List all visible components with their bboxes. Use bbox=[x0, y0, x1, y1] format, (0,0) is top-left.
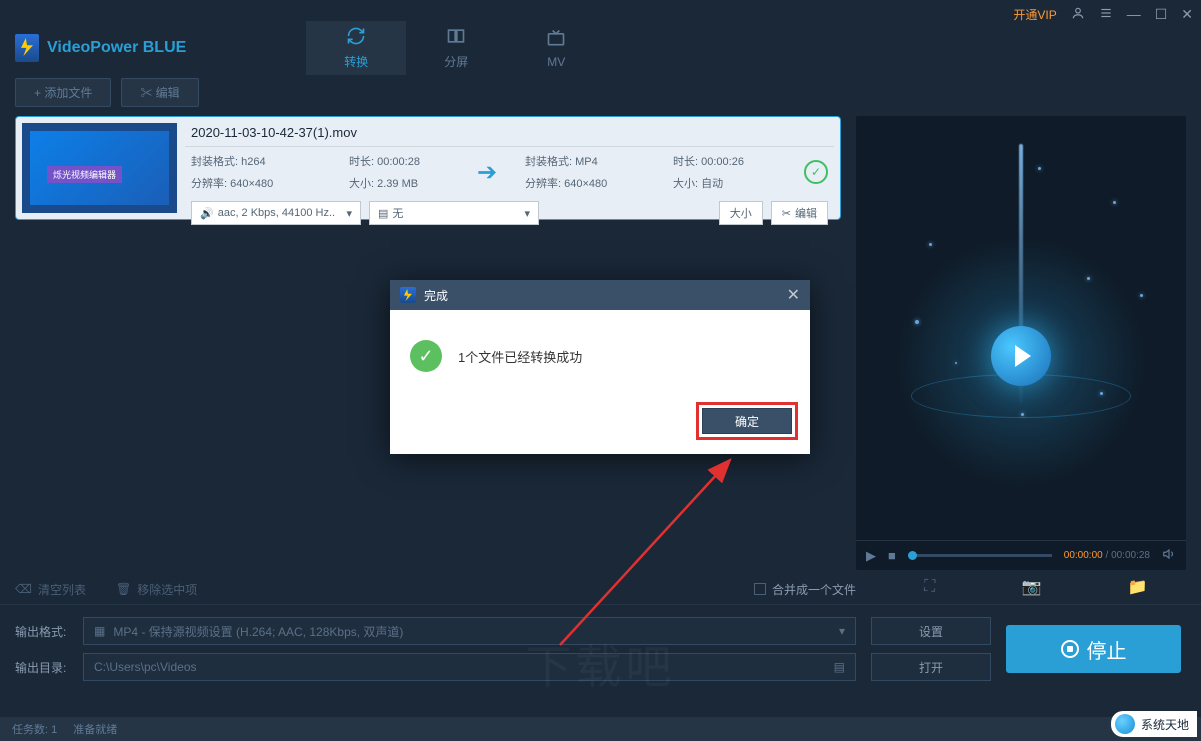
add-file-button[interactable]: + 添加文件 bbox=[15, 78, 111, 107]
settings-button[interactable]: 设置 bbox=[871, 617, 991, 645]
maximize-button[interactable]: ☐ bbox=[1155, 6, 1168, 23]
video-icon: ▦ bbox=[94, 624, 105, 638]
subtitle-icon: ▤ bbox=[378, 207, 388, 220]
snapshot-icon[interactable]: 📷 bbox=[1022, 577, 1042, 597]
open-button[interactable]: 打开 bbox=[871, 653, 991, 681]
output-folder-select[interactable]: C:\Users\pc\Videos ▤ bbox=[83, 653, 856, 681]
logo-icon bbox=[15, 34, 39, 62]
edit-button[interactable]: ✂ 编辑 bbox=[121, 78, 198, 107]
tab-mv[interactable]: MV bbox=[506, 21, 606, 75]
menu-icon[interactable] bbox=[1099, 6, 1113, 23]
chevron-down-icon: ▾ bbox=[346, 207, 352, 220]
preview-canvas[interactable] bbox=[856, 116, 1186, 540]
badge-globe-icon bbox=[1115, 714, 1135, 734]
minimize-button[interactable]: — bbox=[1127, 6, 1141, 22]
subtitle-select[interactable]: ▤无▾ bbox=[369, 201, 539, 225]
stop-preview-button[interactable]: ■ bbox=[888, 548, 896, 563]
dst-format: 封装格式: MP4 bbox=[525, 153, 665, 169]
volume-icon[interactable] bbox=[1162, 547, 1176, 564]
play-icon bbox=[1015, 345, 1031, 367]
size-button[interactable]: 大小 bbox=[719, 201, 763, 225]
tab-split[interactable]: 分屏 bbox=[406, 21, 506, 75]
speaker-icon: 🔊 bbox=[200, 207, 214, 220]
preview-controls: ▶ ■ 00:00:00 / 00:00:28 bbox=[856, 540, 1186, 570]
stop-icon bbox=[1061, 640, 1079, 658]
item-edit-button[interactable]: ✂编辑 bbox=[771, 201, 828, 225]
crop-icon[interactable]: ⛶ bbox=[924, 578, 935, 596]
dst-size: 大小: 自动 bbox=[673, 175, 783, 191]
open-folder-icon[interactable]: 📁 bbox=[1128, 577, 1148, 597]
user-icon[interactable] bbox=[1071, 6, 1085, 23]
success-check-icon: ✓ bbox=[804, 160, 828, 184]
dialog-message: 1个文件已经转换成功 bbox=[458, 347, 582, 366]
dialog-titlebar: 完成 ✕ bbox=[390, 280, 810, 310]
clear-list-button[interactable]: ⌫清空列表 bbox=[15, 581, 86, 598]
chevron-down-icon: ▾ bbox=[524, 207, 530, 220]
completion-dialog: 完成 ✕ ✓ 1个文件已经转换成功 确定 bbox=[390, 280, 810, 454]
refresh-icon bbox=[346, 26, 366, 51]
scissors-icon: ✂ bbox=[782, 207, 791, 220]
thumb-watermark: 烁光视频编辑器 bbox=[47, 166, 122, 183]
merge-checkbox[interactable]: 合并成一个文件 bbox=[754, 581, 856, 598]
output-format-label: 输出格式: bbox=[15, 623, 73, 640]
remove-selected-button[interactable]: 🗑移除选中项 bbox=[116, 581, 197, 598]
dst-resolution: 分辨率: 640×480 bbox=[525, 175, 665, 191]
tv-icon bbox=[546, 28, 566, 53]
seek-slider[interactable] bbox=[908, 554, 1052, 557]
file-name: 2020-11-03-10-42-37(1).mov bbox=[185, 123, 834, 142]
audio-track-select[interactable]: 🔊aac, 2 Kbps, 44100 Hz..▾ bbox=[191, 201, 361, 225]
tab-convert[interactable]: 转换 bbox=[306, 21, 406, 75]
time-display: 00:00:00 / 00:00:28 bbox=[1064, 550, 1150, 561]
status-bar: 任务数: 1 准备就绪 转换完 bbox=[0, 717, 1201, 741]
app-header: VideoPower BLUE 转换 分屏 MV bbox=[0, 28, 1201, 68]
dialog-title: 完成 bbox=[424, 287, 448, 304]
play-orb[interactable] bbox=[991, 326, 1051, 386]
file-thumbnail[interactable]: 烁光视频编辑器 bbox=[22, 123, 177, 213]
app-name: VideoPower BLUE bbox=[47, 39, 186, 57]
play-button[interactable]: ▶ bbox=[866, 548, 876, 564]
trash-icon: 🗑 bbox=[116, 582, 131, 596]
site-badge: 系统天地 bbox=[1111, 711, 1197, 737]
toolbar: + 添加文件 ✂ 编辑 bbox=[0, 74, 1201, 110]
preview-tools: ⛶ 📷 📁 bbox=[871, 570, 1201, 604]
task-count: 任务数: 1 bbox=[12, 721, 57, 737]
close-button[interactable]: ✕ bbox=[1181, 6, 1193, 23]
browse-icon: ▤ bbox=[834, 660, 845, 674]
split-icon bbox=[446, 26, 466, 51]
dialog-ok-button[interactable]: 确定 bbox=[702, 408, 792, 434]
dialog-close-button[interactable]: ✕ bbox=[787, 285, 800, 305]
vip-link[interactable]: 开通VIP bbox=[1013, 6, 1056, 23]
src-duration: 时长: 00:00:28 bbox=[349, 153, 459, 169]
output-format-select[interactable]: ▦ MP4 - 保持源视频设置 (H.264; AAC, 128Kbps, 双声… bbox=[83, 617, 856, 645]
preview-panel: ▶ ■ 00:00:00 / 00:00:28 bbox=[856, 116, 1186, 570]
src-format: 封装格式: h264 bbox=[191, 153, 341, 169]
list-footer: ⌫清空列表 🗑移除选中项 合并成一个文件 bbox=[0, 574, 871, 604]
status-text: 准备就绪 bbox=[73, 721, 117, 737]
arrow-right-icon: ➔ bbox=[467, 158, 507, 187]
file-card[interactable]: 烁光视频编辑器 2020-11-03-10-42-37(1).mov 封装格式:… bbox=[15, 116, 841, 220]
output-section: 输出格式: ▦ MP4 - 保持源视频设置 (H.264; AAC, 128Kb… bbox=[0, 604, 1201, 693]
stop-button[interactable]: 停止 bbox=[1006, 625, 1181, 673]
src-size: 大小: 2.39 MB bbox=[349, 175, 459, 191]
dst-duration: 时长: 00:00:26 bbox=[673, 153, 783, 169]
output-folder-label: 输出目录: bbox=[15, 659, 73, 676]
dialog-check-icon: ✓ bbox=[410, 340, 442, 372]
badge-text: 系统天地 bbox=[1141, 716, 1189, 733]
broom-icon: ⌫ bbox=[15, 582, 32, 596]
src-resolution: 分辨率: 640×480 bbox=[191, 175, 341, 191]
main-tabs: 转换 分屏 MV bbox=[306, 21, 606, 75]
ok-button-highlight: 确定 bbox=[696, 402, 798, 440]
dialog-app-icon bbox=[400, 287, 416, 303]
app-logo: VideoPower BLUE bbox=[15, 34, 186, 62]
chevron-down-icon: ▾ bbox=[839, 624, 845, 638]
